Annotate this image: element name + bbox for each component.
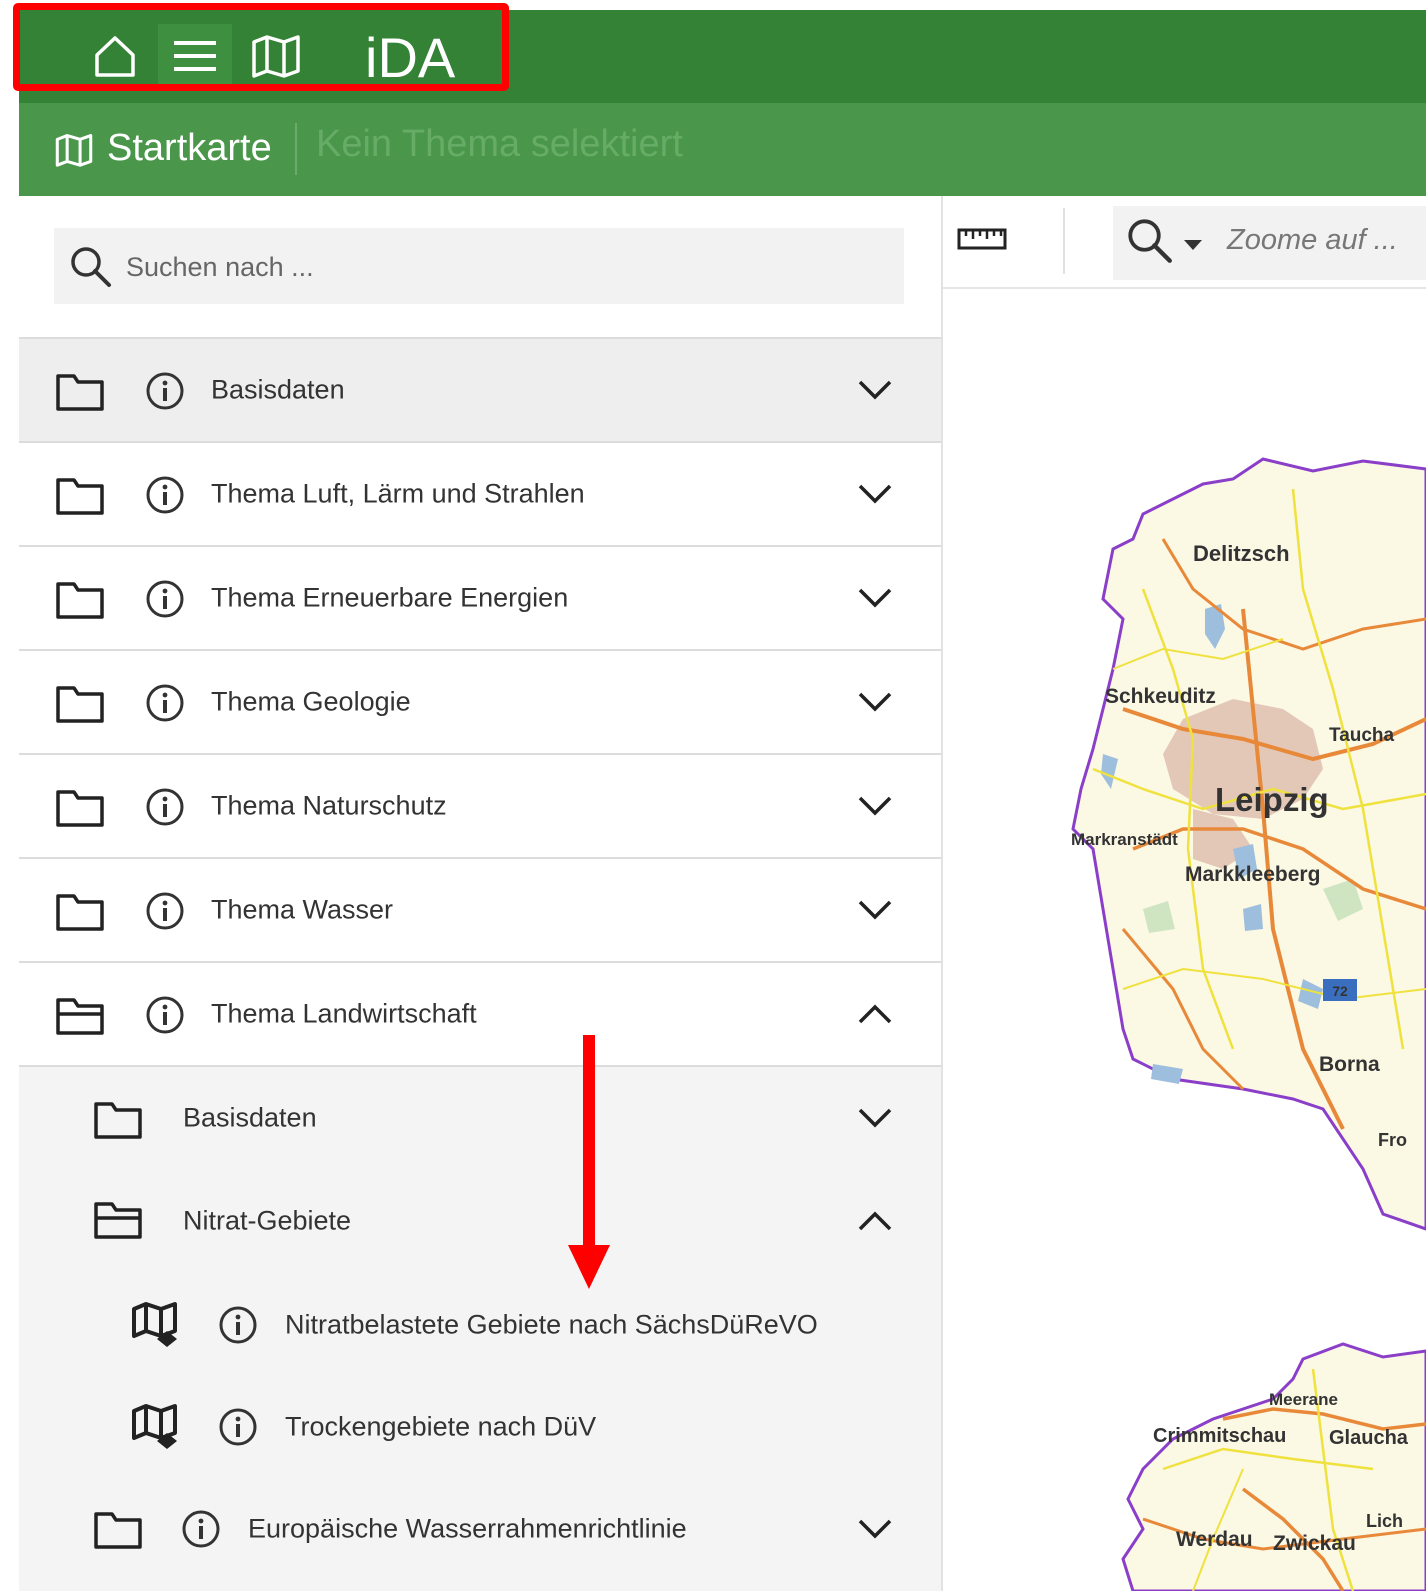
map-subheader: Startkarte Kein Thema selektiert bbox=[19, 103, 1426, 196]
layer-group-landwirtschaft[interactable]: Thema Landwirtschaft bbox=[19, 961, 941, 1065]
map-label: Glaucha bbox=[1329, 1427, 1409, 1449]
info-icon[interactable] bbox=[145, 995, 185, 1040]
chevron-down-icon[interactable] bbox=[857, 795, 893, 817]
layer-subgroup-label: Nitrat-Gebiete bbox=[183, 1205, 352, 1236]
map-label: Markranstädt bbox=[1071, 830, 1178, 849]
layer-group-naturschutz[interactable]: Thema Naturschutz bbox=[19, 753, 941, 857]
zoom-input-placeholder[interactable]: Zoome auf ... bbox=[1227, 224, 1398, 257]
layer-group-label: Thema Naturschutz bbox=[211, 790, 447, 821]
chevron-down-icon[interactable] bbox=[857, 379, 893, 401]
map-name[interactable]: Startkarte bbox=[107, 127, 272, 170]
info-icon[interactable] bbox=[145, 683, 185, 728]
divider bbox=[1063, 208, 1065, 274]
folder-icon bbox=[56, 893, 104, 936]
chevron-up-icon[interactable] bbox=[857, 1003, 893, 1025]
search-input[interactable] bbox=[124, 246, 888, 288]
map-layer-icon bbox=[131, 1403, 183, 1456]
folder-icon bbox=[56, 581, 104, 624]
annotation-arrow bbox=[568, 1035, 610, 1289]
layer-subgroup-wrrl[interactable]: Europäische Wasserrahmenrichtlinie bbox=[19, 1477, 941, 1581]
folder-icon bbox=[56, 477, 104, 520]
map-label: Zwickau bbox=[1273, 1532, 1356, 1555]
folder-icon bbox=[56, 685, 104, 728]
info-icon[interactable] bbox=[181, 1509, 221, 1554]
map-graphic: 72 Delitzsch Schkeuditz Taucha Leipzig M… bbox=[1071, 457, 1426, 1591]
map-label: Schkeuditz bbox=[1105, 685, 1216, 708]
search-box[interactable] bbox=[54, 228, 904, 304]
chevron-down-icon[interactable] bbox=[857, 691, 893, 713]
chevron-down-icon[interactable] bbox=[857, 483, 893, 505]
folder-icon bbox=[94, 1101, 142, 1144]
sidebar-bottom bbox=[19, 1581, 941, 1591]
layer-group-basisdaten[interactable]: Basisdaten bbox=[19, 337, 941, 441]
layer-item-trockengebiete[interactable]: Trockengebiete nach DüV bbox=[19, 1375, 941, 1479]
info-icon[interactable] bbox=[145, 891, 185, 936]
layer-item-label: Trockengebiete nach DüV bbox=[285, 1411, 597, 1442]
layer-group-label: Basisdaten bbox=[211, 374, 345, 405]
layer-group-label: Thema Landwirtschaft bbox=[211, 998, 477, 1029]
layer-group-label: Thema Geologie bbox=[211, 686, 411, 717]
map-icon bbox=[55, 133, 93, 172]
info-icon[interactable] bbox=[218, 1305, 258, 1350]
layer-group-label: Thema Wasser bbox=[211, 894, 394, 925]
map-label: Markkleeberg bbox=[1185, 863, 1320, 886]
info-icon[interactable] bbox=[145, 579, 185, 624]
map-canvas[interactable]: 72 Delitzsch Schkeuditz Taucha Leipzig M… bbox=[943, 289, 1426, 1591]
folder-icon bbox=[56, 373, 104, 416]
info-icon[interactable] bbox=[145, 475, 185, 520]
layer-group-label: Thema Luft, Lärm und Strahlen bbox=[211, 478, 585, 509]
map-label: Taucha bbox=[1329, 725, 1395, 746]
map-label: Meerane bbox=[1269, 1390, 1338, 1409]
layer-group-energien[interactable]: Thema Erneuerbare Energien bbox=[19, 545, 941, 649]
zoom-to-search[interactable]: Zoome auf ... bbox=[1113, 206, 1426, 280]
divider bbox=[295, 123, 297, 175]
highlight-box bbox=[13, 3, 509, 91]
map-layer-icon bbox=[131, 1301, 183, 1354]
layer-sidebar: Basisdaten Thema Luft, Lärm und Strahlen… bbox=[19, 196, 943, 1591]
map-label: Fro bbox=[1378, 1130, 1407, 1150]
layer-item-nitratbelastete[interactable]: Nitratbelastete Gebiete nach SächsDüReVO bbox=[19, 1273, 941, 1377]
chevron-down-icon[interactable] bbox=[857, 587, 893, 609]
layer-subgroup-nitrat[interactable]: Nitrat-Gebiete bbox=[19, 1169, 941, 1273]
chevron-up-icon[interactable] bbox=[857, 1210, 893, 1232]
layer-subgroup-label: Basisdaten bbox=[183, 1102, 317, 1133]
folder-open-icon bbox=[94, 1201, 142, 1244]
folder-open-icon bbox=[56, 997, 104, 1040]
info-icon[interactable] bbox=[145, 371, 185, 416]
map-label: 72 bbox=[1332, 983, 1348, 999]
map-label: Lich bbox=[1366, 1511, 1403, 1531]
map-label: Werdau bbox=[1176, 1528, 1253, 1551]
caret-down-icon[interactable] bbox=[1183, 238, 1203, 256]
chevron-down-icon[interactable] bbox=[857, 1107, 893, 1129]
folder-icon bbox=[94, 1511, 142, 1554]
search-icon bbox=[1127, 218, 1173, 269]
layer-subgroup-label: Europäische Wasserrahmenrichtlinie bbox=[248, 1513, 687, 1544]
map-label: Borna bbox=[1319, 1053, 1380, 1076]
layer-group-geologie[interactable]: Thema Geologie bbox=[19, 649, 941, 753]
layer-subgroup-basisdaten[interactable]: Basisdaten bbox=[19, 1065, 941, 1169]
layer-group-label: Thema Erneuerbare Energien bbox=[211, 582, 569, 613]
layer-group-wasser[interactable]: Thema Wasser bbox=[19, 857, 941, 961]
theme-status: Kein Thema selektiert bbox=[316, 123, 683, 165]
ruler-icon[interactable] bbox=[957, 226, 1007, 257]
folder-icon bbox=[56, 789, 104, 832]
layer-item-label: Nitratbelastete Gebiete nach SächsDüReVO bbox=[285, 1309, 818, 1340]
search-icon bbox=[70, 246, 112, 293]
map-label: Leipzig bbox=[1215, 781, 1329, 818]
info-icon[interactable] bbox=[145, 787, 185, 832]
chevron-down-icon[interactable] bbox=[857, 899, 893, 921]
map-label: Delitzsch bbox=[1193, 541, 1290, 566]
layer-group-luft[interactable]: Thema Luft, Lärm und Strahlen bbox=[19, 441, 941, 545]
map-toolbar: Zoome auf ... bbox=[943, 196, 1426, 289]
chevron-down-icon[interactable] bbox=[857, 1518, 893, 1540]
info-icon[interactable] bbox=[218, 1407, 258, 1452]
map-label: Crimmitschau bbox=[1153, 1425, 1286, 1447]
